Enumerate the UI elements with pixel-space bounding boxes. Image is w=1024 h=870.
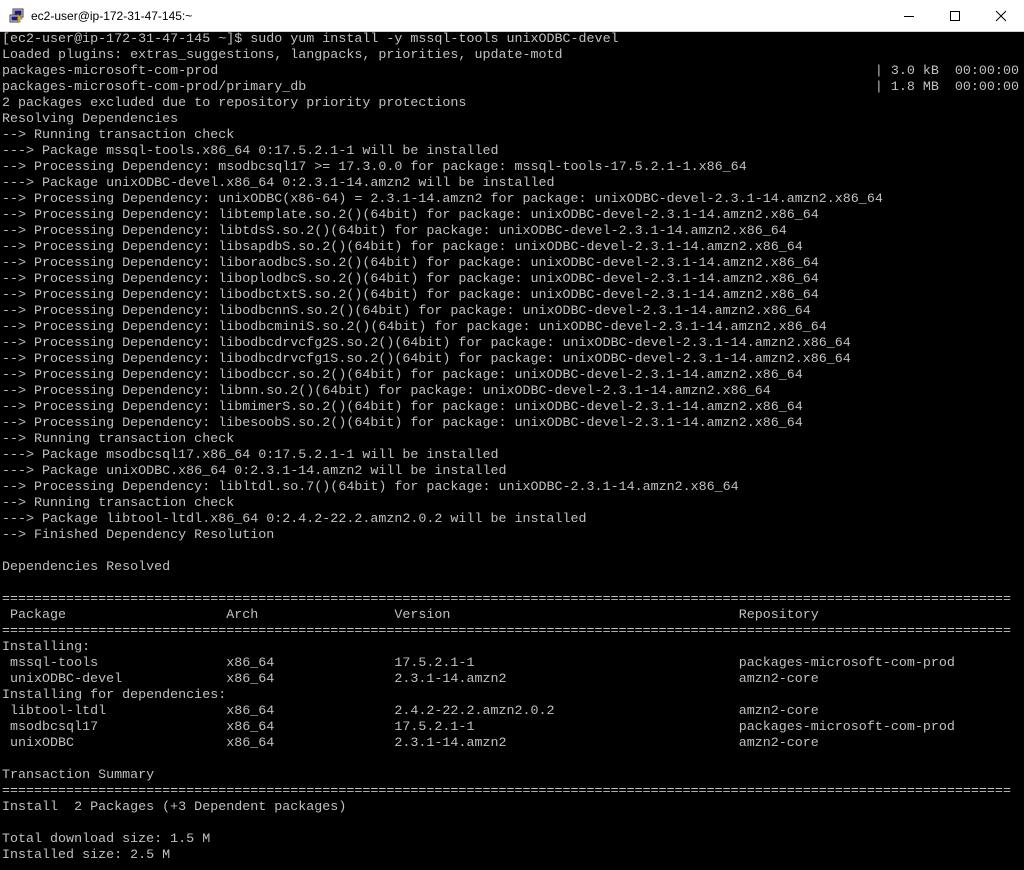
terminal-line: --> Processing Dependency: liboplodbcS.s… <box>2 272 819 287</box>
close-button[interactable] <box>978 0 1024 31</box>
terminal-line: unixODBC-devel x86_64 2.3.1-14.amzn2 amz… <box>2 672 1024 687</box>
terminal-window: ec2-user@ip-172-31-47-145:~ [ec2-user@ip… <box>0 0 1024 870</box>
window-controls <box>886 0 1024 31</box>
terminal-line: ========================================… <box>2 624 1011 639</box>
terminal-line: --> Processing Dependency: libtemplate.s… <box>2 208 819 223</box>
terminal-line: --> Processing Dependency: libodbctxtS.s… <box>2 288 819 303</box>
terminal-line: Installing for dependencies: <box>2 688 227 703</box>
terminal-line: 2 packages excluded due to repository pr… <box>2 96 467 111</box>
terminal-line: --> Finished Dependency Resolution <box>2 528 275 543</box>
terminal-line: [ec2-user@ip-172-31-47-145 ~]$ sudo yum … <box>2 32 619 47</box>
maximize-button[interactable] <box>932 0 978 31</box>
terminal-line: ========================================… <box>2 784 1011 799</box>
terminal-line: --> Processing Dependency: libnn.so.2()(… <box>2 384 771 399</box>
terminal-line: Total download size: 1.5 M <box>2 832 211 847</box>
terminal-line: --> Processing Dependency: libodbcdrvcfg… <box>2 336 851 351</box>
terminal-line: ---> Package msodbcsql17.x86_64 0:17.5.2… <box>2 448 499 463</box>
terminal-line: --> Processing Dependency: unixODBC(x86-… <box>2 192 883 207</box>
terminal-line: --> Processing Dependency: libesoobS.so.… <box>2 416 803 431</box>
terminal-line: --> Processing Dependency: libodbcminiS.… <box>2 320 827 335</box>
terminal-line: --> Running transaction check <box>2 496 235 511</box>
terminal-line: Dependencies Resolved <box>2 560 171 575</box>
terminal-output[interactable]: [ec2-user@ip-172-31-47-145 ~]$ sudo yum … <box>0 32 1024 870</box>
terminal-line: --> Processing Dependency: msodbcsql17 >… <box>2 160 747 175</box>
terminal-line: --> Processing Dependency: libodbcnnS.so… <box>2 304 811 319</box>
terminal-line: ---> Package libtool-ltdl.x86_64 0:2.4.2… <box>2 512 587 527</box>
terminal-text: [ec2-user@ip-172-31-47-145 ~]$ sudo yum … <box>0 32 1024 864</box>
terminal-line: Installed size: 2.5 M <box>2 848 171 863</box>
title-bar[interactable]: ec2-user@ip-172-31-47-145:~ <box>0 0 1024 32</box>
terminal-line: libtool-ltdl x86_64 2.4.2-22.2.amzn2.0.2… <box>2 704 1024 719</box>
terminal-line: msodbcsql17 x86_64 17.5.2.1-1 packages-m… <box>2 720 1024 735</box>
terminal-line: mssql-tools x86_64 17.5.2.1-1 packages-m… <box>2 656 1024 671</box>
terminal-line: --> Running transaction check <box>2 128 235 143</box>
terminal-line: ---> Package mssql-tools.x86_64 0:17.5.2… <box>2 144 499 159</box>
terminal-line: --> Processing Dependency: libmimerS.so.… <box>2 400 803 415</box>
terminal-line: --> Processing Dependency: libltdl.so.7(… <box>2 480 739 495</box>
terminal-line: packages-microsoft-com-prod/primary_db |… <box>2 80 1019 95</box>
terminal-line: Install 2 Packages (+3 Dependent package… <box>2 800 347 815</box>
terminal-line: Loaded plugins: extras_suggestions, lang… <box>2 48 563 63</box>
maximize-icon <box>950 10 960 21</box>
minimize-icon <box>904 15 914 17</box>
terminal-line: unixODBC x86_64 2.3.1-14.amzn2 amzn2-cor… <box>2 736 1024 751</box>
terminal-line: Package Arch Version Repository Size <box>2 608 1024 623</box>
terminal-line: --> Processing Dependency: libodbccr.so.… <box>2 368 803 383</box>
terminal-line: ---> Package unixODBC.x86_64 0:2.3.1-14.… <box>2 464 507 479</box>
terminal-line: Transaction Summary <box>2 768 155 783</box>
terminal-line: ========================================… <box>2 592 1011 607</box>
terminal-line: --> Processing Dependency: libsapdbS.so.… <box>2 240 803 255</box>
putty-terminal-icon <box>9 8 24 22</box>
minimize-button[interactable] <box>886 0 932 31</box>
terminal-line: ---> Package unixODBC-devel.x86_64 0:2.3… <box>2 176 555 191</box>
window-title: ec2-user@ip-172-31-47-145:~ <box>31 8 193 23</box>
terminal-line: --> Running transaction check <box>2 432 235 447</box>
terminal-line: --> Processing Dependency: libodbcdrvcfg… <box>2 352 851 367</box>
terminal-line: Installing: <box>2 640 91 655</box>
close-icon <box>995 10 1007 21</box>
terminal-line: Resolving Dependencies <box>2 112 179 127</box>
terminal-line: packages-microsoft-com-prod | 3.0 kB 00:… <box>2 64 1019 79</box>
terminal-line: --> Processing Dependency: liboraodbcS.s… <box>2 256 819 271</box>
terminal-line: --> Processing Dependency: libtdsS.so.2(… <box>2 224 787 239</box>
